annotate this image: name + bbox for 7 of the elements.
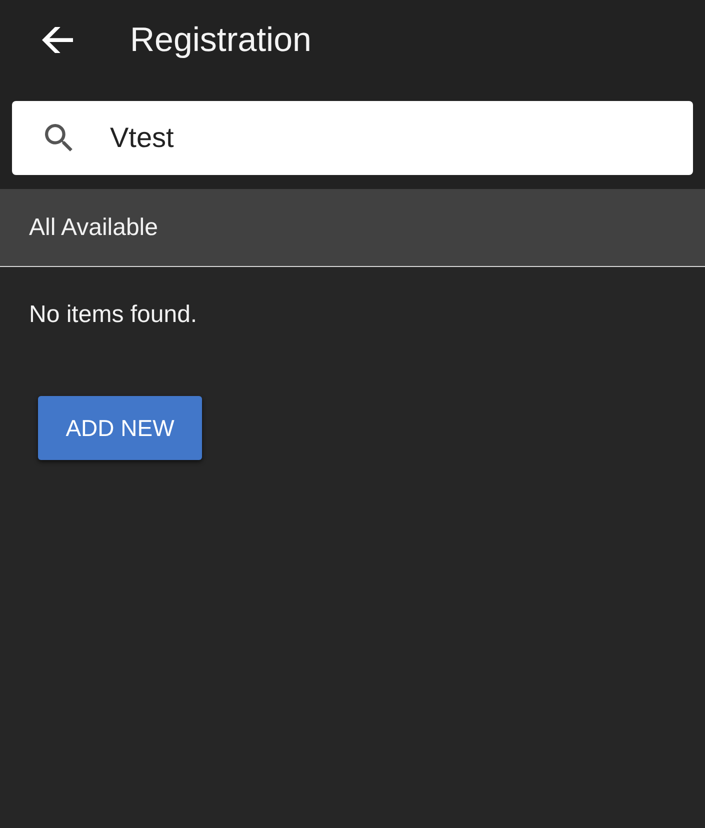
section-title: All Available <box>29 212 158 242</box>
search-icon <box>45 124 74 153</box>
search-field[interactable]: Vtest <box>12 101 693 175</box>
empty-message: No items found. <box>29 301 198 328</box>
back-arrow-icon[interactable] <box>42 27 73 53</box>
add-new-button[interactable]: ADD NEW <box>38 396 202 460</box>
page-title: Registration <box>130 20 312 60</box>
